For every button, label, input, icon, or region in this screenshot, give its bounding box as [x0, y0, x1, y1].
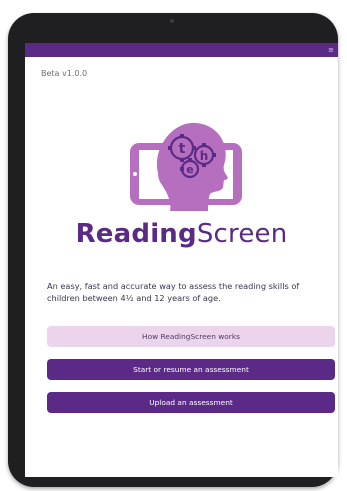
reading-screen-logo-icon: t h e [130, 122, 242, 211]
svg-text:h: h [200, 149, 209, 163]
wordmark-regular: Screen [196, 219, 288, 249]
svg-text:t: t [179, 141, 186, 157]
app-wordmark: ReadingScreen [25, 219, 338, 249]
how-it-works-button[interactable]: How ReadingScreen works [47, 326, 335, 347]
upload-assessment-button[interactable]: Upload an assessment [47, 392, 335, 413]
status-indicator-icon: ≡ [328, 46, 334, 54]
app-tagline: An easy, fast and accurate way to assess… [47, 281, 300, 303]
camera-dot [170, 19, 174, 23]
wordmark-bold: Reading [75, 219, 197, 249]
version-label: Beta v1.0.0 [41, 69, 88, 78]
app-screen: ≡ Beta v1.0.0 t h e ReadingScreen An eas… [25, 43, 338, 477]
start-assessment-button[interactable]: Start or resume an assessment [47, 359, 335, 380]
svg-text:e: e [186, 163, 193, 176]
status-bar: ≡ [25, 43, 338, 57]
tablet-frame: ≡ Beta v1.0.0 t h e ReadingScreen An eas… [8, 13, 338, 487]
